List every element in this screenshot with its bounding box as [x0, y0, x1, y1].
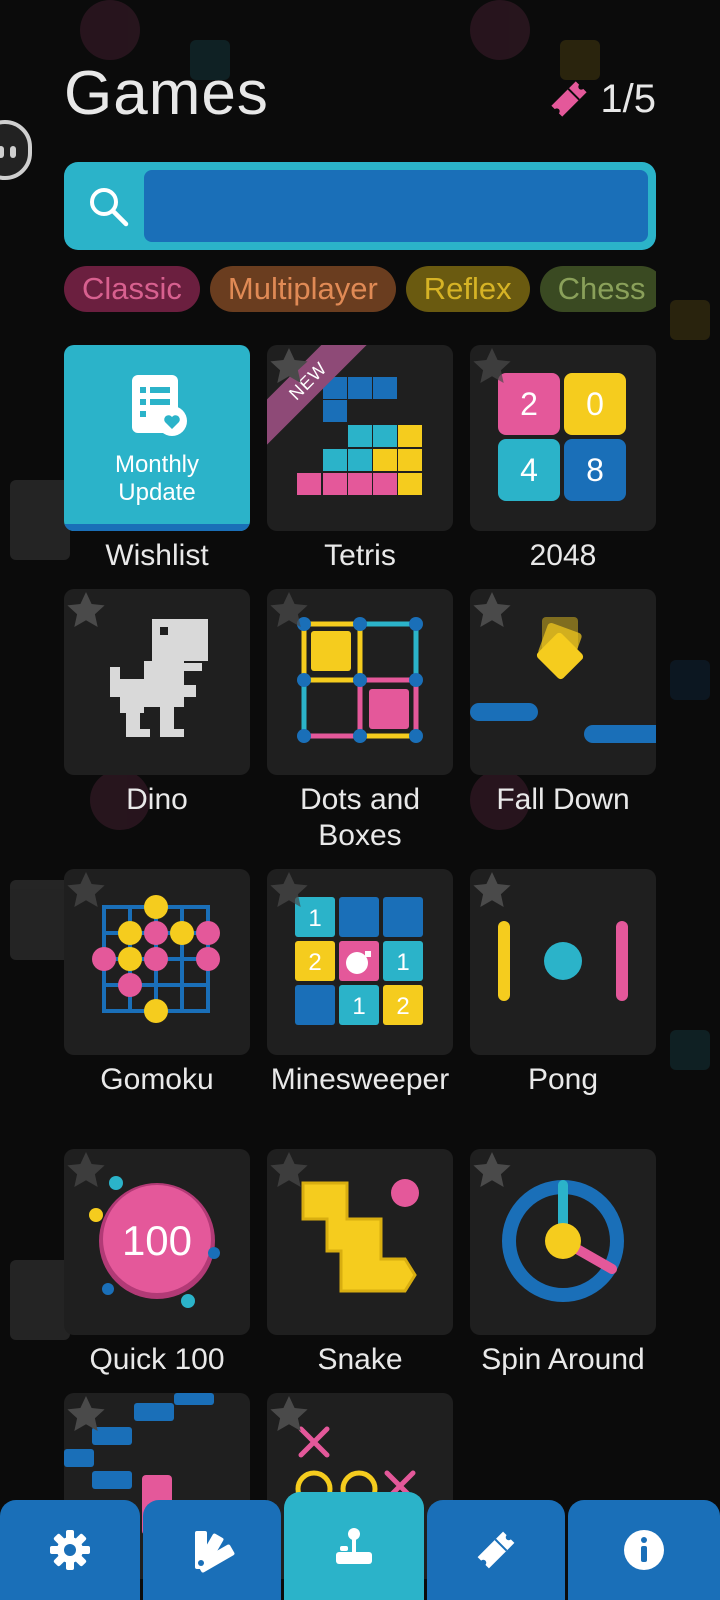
svg-text:2: 2 — [308, 949, 321, 976]
game-label: Dots and Boxes — [299, 783, 421, 852]
svg-text:1: 1 — [352, 993, 365, 1020]
gear-icon — [50, 1530, 90, 1570]
game-label: Wishlist — [105, 539, 209, 572]
star-icon[interactable] — [470, 589, 514, 633]
page-title: Games — [64, 59, 269, 128]
quick-100-tile[interactable]: 100 — [64, 1149, 250, 1335]
category-filter: Classic Multiplayer Reflex Chess — [64, 266, 656, 314]
pong-tile[interactable] — [470, 869, 656, 1055]
joystick-icon — [336, 1528, 372, 1564]
dots-and-boxes-tile[interactable] — [267, 589, 453, 775]
game-label: Dino — [126, 783, 188, 816]
chip-multiplayer[interactable]: Multiplayer — [209, 266, 396, 312]
snake-tile[interactable] — [267, 1149, 453, 1335]
2048-tile[interactable]: 2 0 4 8 — [470, 345, 656, 531]
gomoku-tile[interactable] — [64, 869, 250, 1055]
ticket-icon — [551, 81, 588, 117]
chip-reflex[interactable]: Reflex — [405, 266, 530, 312]
game-label: 2048 — [529, 539, 597, 572]
star-icon[interactable] — [267, 589, 311, 633]
info-icon — [624, 1530, 664, 1570]
minesweeper-tile[interactable]: 1 2 1 1 2 — [267, 869, 453, 1055]
bottom-tab-bar — [0, 1492, 720, 1600]
star-icon[interactable] — [64, 869, 108, 913]
game-label: Tetris — [324, 539, 396, 572]
star-icon[interactable] — [267, 869, 311, 913]
star-icon[interactable] — [64, 589, 108, 633]
search-input[interactable] — [144, 170, 648, 242]
search-bar — [64, 162, 656, 250]
tab-themes[interactable] — [143, 1500, 281, 1600]
svg-text:100: 100 — [122, 1217, 192, 1264]
star-icon[interactable] — [470, 869, 514, 913]
tetris-tile[interactable]: NEW — [267, 345, 453, 531]
palette-icon — [195, 1531, 235, 1573]
star-icon[interactable] — [470, 1149, 514, 1193]
svg-text:2: 2 — [520, 386, 538, 422]
search-icon — [90, 188, 129, 227]
star-icon[interactable] — [64, 1149, 108, 1193]
tab-info[interactable] — [568, 1500, 720, 1600]
star-icon[interactable] — [267, 345, 311, 389]
svg-text:2: 2 — [396, 993, 409, 1020]
wishlist-line2: Update — [118, 479, 196, 506]
wishlist-tile[interactable]: Monthly Update — [64, 345, 250, 531]
ticket-icon — [477, 1531, 515, 1569]
dino-tile[interactable] — [64, 589, 250, 775]
game-label: Fall Down — [496, 783, 630, 816]
game-label: Snake — [317, 1343, 403, 1376]
star-icon[interactable] — [470, 345, 514, 389]
svg-text:4: 4 — [520, 452, 538, 488]
svg-text:0: 0 — [586, 386, 604, 422]
ticket-counter[interactable]: 1/5 — [546, 76, 656, 122]
tab-games[interactable] — [284, 1492, 424, 1600]
chip-chess[interactable]: Chess — [539, 266, 656, 312]
spin-around-tile[interactable] — [470, 1149, 656, 1335]
game-label: Quick 100 — [89, 1343, 225, 1376]
tab-settings[interactable] — [0, 1500, 140, 1600]
game-label: Pong — [527, 1063, 599, 1096]
tab-tickets[interactable] — [427, 1500, 565, 1600]
wishlist-line1: Monthly — [114, 451, 200, 478]
game-label: Spin Around — [481, 1343, 645, 1376]
fall-down-tile[interactable] — [470, 589, 656, 775]
header: Games 1/5 — [64, 58, 656, 138]
star-icon[interactable] — [267, 1393, 311, 1437]
game-label: Gomoku — [100, 1063, 214, 1096]
ticket-count: 1/5 — [600, 76, 656, 121]
chip-classic[interactable]: Classic — [64, 266, 200, 312]
side-drawer-handle[interactable] — [0, 120, 32, 180]
star-icon[interactable] — [267, 1149, 311, 1193]
svg-text:8: 8 — [586, 452, 604, 488]
star-icon[interactable] — [64, 1393, 108, 1437]
svg-text:1: 1 — [396, 949, 409, 976]
game-label: Minesweeper — [270, 1063, 450, 1096]
